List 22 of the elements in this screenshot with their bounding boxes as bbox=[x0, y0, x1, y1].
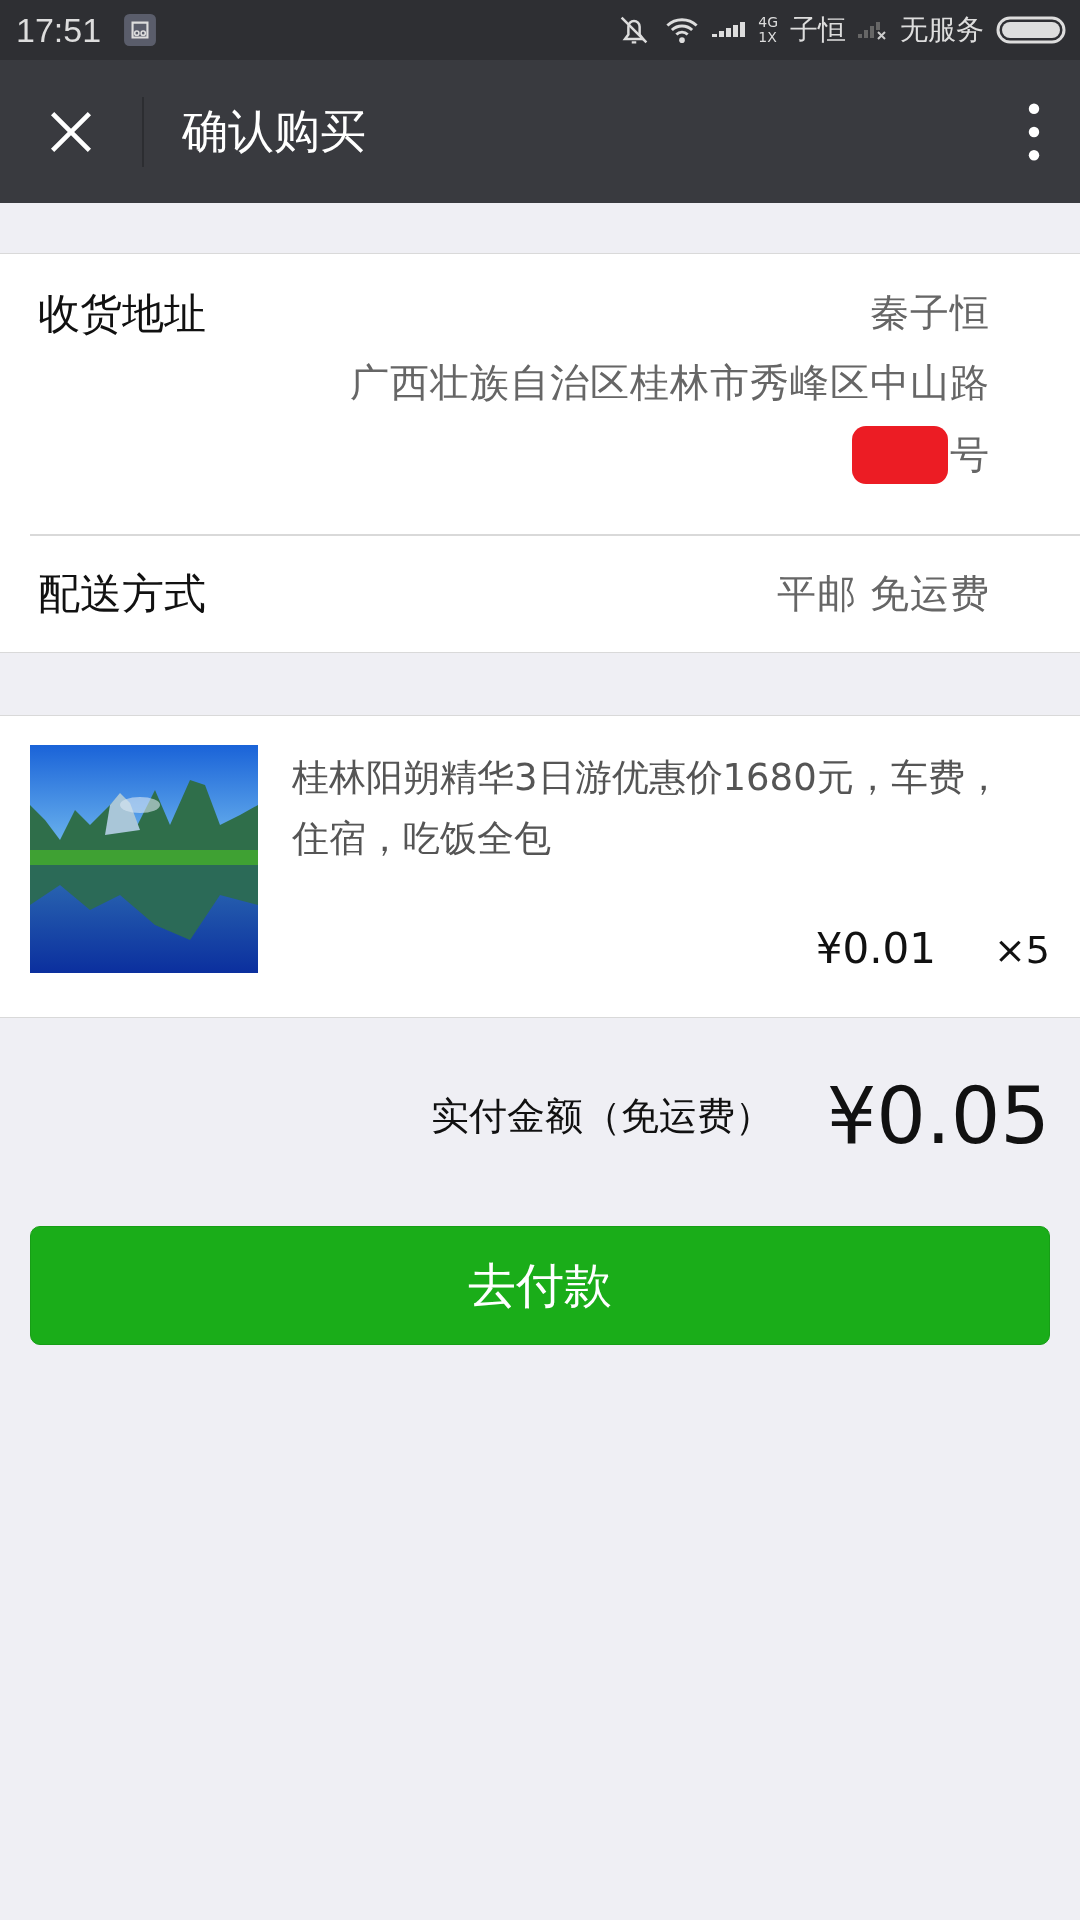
carrier-name: 无服务 bbox=[900, 12, 984, 48]
address-line: 广西壮族自治区桂林市秀峰区中山路 bbox=[350, 359, 990, 407]
product-title: 桂林阳朔精华3日游优惠价1680元，车费，住宿，吃饭全包 bbox=[292, 755, 1003, 862]
carrier-name: 子恒 bbox=[790, 12, 846, 48]
quantity: ×5 bbox=[993, 928, 1050, 972]
more-icon[interactable] bbox=[1028, 102, 1040, 161]
network-type: 4G bbox=[758, 15, 778, 30]
notification-app-icon bbox=[123, 13, 158, 47]
unit-price: ¥0.01 bbox=[815, 924, 936, 973]
total-amount: ¥0.05 bbox=[826, 1071, 1050, 1161]
delivery-value: 平邮 免运费 bbox=[776, 570, 990, 618]
status-time: 17:51 bbox=[16, 10, 102, 50]
battery-icon bbox=[996, 16, 1066, 44]
delivery-label: 配送方式 bbox=[38, 568, 206, 620]
recipient-name: 秦子恒 bbox=[870, 289, 990, 337]
address-label: 收货地址 bbox=[38, 288, 206, 340]
page-title: 确认购买 bbox=[182, 102, 366, 160]
address-line: 号 bbox=[950, 431, 990, 479]
delivery-row[interactable]: 配送方式 平邮 免运费 bbox=[0, 536, 1080, 652]
network-subtype: 1X bbox=[758, 30, 778, 45]
total-label: 实付金额（免运费） bbox=[430, 1092, 773, 1140]
address-row[interactable]: 收货地址 秦子恒 广西壮族自治区桂林市秀峰区中山路 号 bbox=[30, 254, 1080, 536]
